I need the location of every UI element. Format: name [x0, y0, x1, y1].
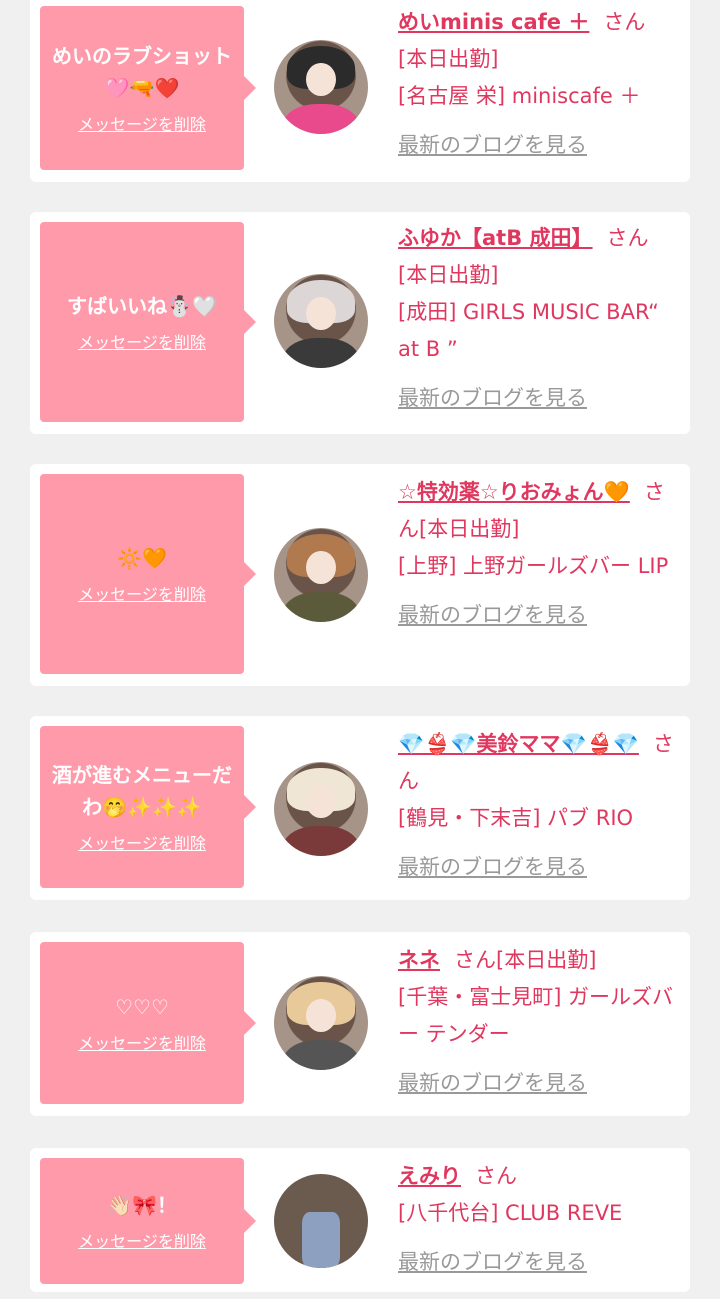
- avatar-face: [305, 296, 337, 331]
- message-card: 酒が進むメニューだわ🤭✨✨✨ メッセージを削除 💎👙💎美鈴ママ💎👙💎 さん [鶴見…: [30, 716, 690, 900]
- message-bubble: ♡♡♡ メッセージを削除: [40, 942, 256, 1104]
- honorific: さん: [454, 948, 496, 972]
- message-text: ♡♡♡: [115, 995, 169, 1019]
- avatar[interactable]: [274, 976, 368, 1070]
- profile-info: 💎👙💎美鈴ママ💎👙💎 さん [鶴見・下末吉] パブ RIO 最新のブログを見る: [398, 726, 684, 886]
- profile-name-link[interactable]: ☆特効薬☆りおみょん🧡: [398, 480, 630, 504]
- message-text: めいのラブショット🩷🔫❤️: [52, 44, 232, 100]
- profile-name-link[interactable]: ふゆか【atB 成田】: [398, 226, 593, 250]
- profile-info: ネネ さん[本日出勤] [千葉・富士見町] ガールズバー テンダー 最新のブログを…: [398, 942, 684, 1102]
- avatar-face: [305, 550, 337, 585]
- message-text: 酒が進むメニューだわ🤭✨✨✨: [52, 763, 232, 819]
- message-card: 👋🏻🎀！ メッセージを削除 えみり さん [八千代台] CLUB REVE 最新の…: [30, 1148, 690, 1292]
- honorific: さん: [606, 226, 649, 250]
- message-bubble: 🔆🧡 メッセージを削除: [40, 474, 256, 674]
- message-text: 👋🏻🎀！: [107, 1193, 177, 1217]
- avatar-face: [305, 998, 337, 1033]
- message-bubble: 👋🏻🎀！ メッセージを削除: [40, 1158, 256, 1284]
- avatar[interactable]: [274, 1174, 368, 1268]
- delete-message-link[interactable]: メッセージを削除: [78, 1033, 206, 1055]
- shop-info: [千葉・富士見町] ガールズバー テンダー: [398, 985, 674, 1046]
- honorific: さん: [475, 1164, 517, 1188]
- shop-info: [上野] 上野ガールズバー LIP: [398, 554, 669, 578]
- work-status: [本日出勤]: [496, 948, 597, 972]
- avatar-face: [305, 784, 337, 819]
- profile-info: めいminis cafe ＋ さん [本日出勤] [名古屋 栄] miniscaf…: [398, 4, 684, 164]
- shop-info: [鶴見・下末吉] パブ RIO: [398, 806, 634, 830]
- profile-info: えみり さん [八千代台] CLUB REVE 最新のブログを見る: [398, 1158, 684, 1281]
- avatar-body: [302, 1211, 340, 1268]
- profile-info: ☆特効薬☆りおみょん🧡 さん[本日出勤] [上野] 上野ガールズバー LIP 最新…: [398, 474, 684, 634]
- avatar[interactable]: [274, 274, 368, 368]
- message-text: すばいいね☃️🤍: [67, 294, 217, 318]
- delete-message-link[interactable]: メッセージを削除: [78, 584, 206, 606]
- message-card: 🔆🧡 メッセージを削除 ☆特効薬☆りおみょん🧡 さん[本日出勤] [上野] 上野ガ…: [30, 464, 690, 686]
- message-bubble: めいのラブショット🩷🔫❤️ メッセージを削除: [40, 6, 256, 170]
- message-card: すばいいね☃️🤍 メッセージを削除 ふゆか【atB 成田】 さん [本日出勤] […: [30, 212, 690, 434]
- message-card: めいのラブショット🩷🔫❤️ メッセージを削除 めいminis cafe ＋ さん …: [30, 0, 690, 182]
- delete-message-link[interactable]: メッセージを削除: [78, 1231, 206, 1253]
- profile-name-link[interactable]: えみり: [398, 1164, 461, 1188]
- shop-info: [名古屋 栄] miniscafe ＋: [398, 84, 641, 108]
- profile-info: ふゆか【atB 成田】 さん [本日出勤] [成田] GIRLS MUSIC BA…: [398, 220, 684, 417]
- latest-blog-link[interactable]: 最新のブログを見る: [398, 1244, 587, 1281]
- avatar[interactable]: [274, 40, 368, 134]
- message-card: ♡♡♡ メッセージを削除 ネネ さん[本日出勤] [千葉・富士見町] ガールズバー…: [30, 932, 690, 1116]
- message-text: 🔆🧡: [117, 546, 167, 570]
- honorific: さん: [603, 10, 646, 34]
- avatar-body: [283, 1039, 359, 1070]
- delete-message-link[interactable]: メッセージを削除: [78, 114, 206, 136]
- avatar[interactable]: [274, 762, 368, 856]
- message-bubble: すばいいね☃️🤍 メッセージを削除: [40, 222, 256, 422]
- latest-blog-link[interactable]: 最新のブログを見る: [398, 849, 587, 886]
- shop-info: [成田] GIRLS MUSIC BAR“ at B ”: [398, 300, 659, 361]
- avatar-body: [283, 103, 359, 134]
- profile-name-link[interactable]: 💎👙💎美鈴ママ💎👙💎: [398, 732, 639, 756]
- shop-info: [八千代台] CLUB REVE: [398, 1201, 623, 1225]
- avatar-body: [283, 825, 359, 856]
- latest-blog-link[interactable]: 最新のブログを見る: [398, 127, 587, 164]
- delete-message-link[interactable]: メッセージを削除: [78, 833, 206, 855]
- avatar[interactable]: [274, 528, 368, 622]
- latest-blog-link[interactable]: 最新のブログを見る: [398, 1065, 587, 1102]
- work-status: [本日出勤]: [398, 47, 499, 71]
- latest-blog-link[interactable]: 最新のブログを見る: [398, 380, 587, 417]
- avatar-face: [305, 62, 337, 97]
- latest-blog-link[interactable]: 最新のブログを見る: [398, 597, 587, 634]
- avatar-body: [283, 337, 359, 368]
- delete-message-link[interactable]: メッセージを削除: [78, 332, 206, 354]
- work-status: [本日出勤]: [398, 263, 499, 287]
- profile-name-link[interactable]: ネネ: [398, 948, 440, 972]
- message-list: めいのラブショット🩷🔫❤️ メッセージを削除 めいminis cafe ＋ さん …: [0, 0, 720, 1299]
- avatar-body: [283, 591, 359, 622]
- profile-name-link[interactable]: めいminis cafe ＋: [398, 10, 589, 34]
- work-status: [本日出勤]: [419, 517, 520, 541]
- message-bubble: 酒が進むメニューだわ🤭✨✨✨ メッセージを削除: [40, 726, 256, 888]
